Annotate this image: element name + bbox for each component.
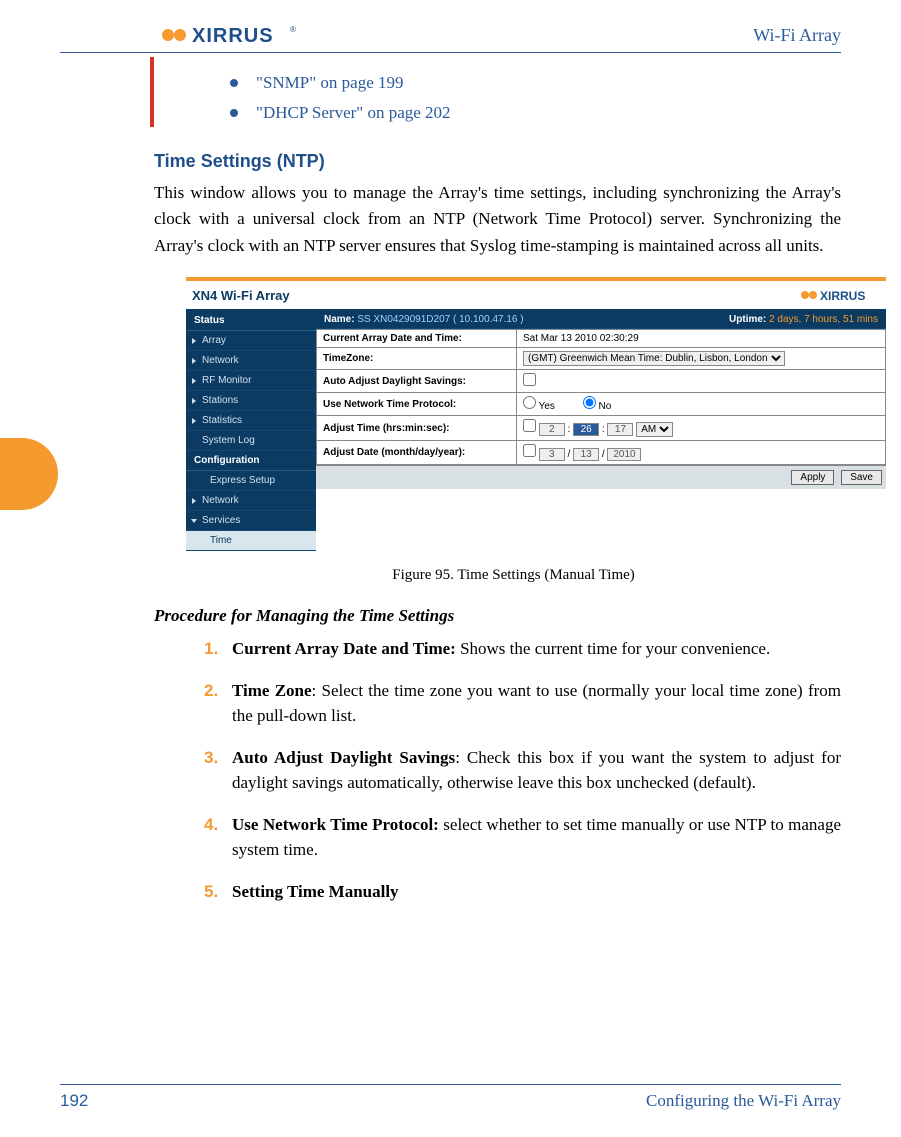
sidebar-item-systemlog[interactable]: System Log	[186, 431, 316, 451]
row-dst-label: Auto Adjust Daylight Savings:	[317, 370, 517, 393]
sidebar-status-header: Status	[186, 311, 316, 331]
step-num: 4.	[204, 812, 232, 863]
uptime-value: 2 days, 7 hours, 51 mins	[769, 314, 878, 325]
link-dhcp[interactable]: "DHCP Server" on page 202	[256, 103, 451, 123]
adj-mins[interactable]	[573, 423, 599, 436]
row-ntp-label: Use Network Time Protocol:	[317, 393, 517, 416]
step-text: Time Zone: Select the time zone you want…	[232, 678, 841, 729]
adj-secs[interactable]	[607, 423, 633, 436]
tz-select[interactable]: (GMT) Greenwich Mean Time: Dublin, Lisbo…	[523, 351, 785, 366]
thumb-tab	[0, 438, 58, 510]
procedure-list: 1. Current Array Date and Time: Shows th…	[204, 636, 841, 904]
bullet-icon	[230, 79, 238, 87]
page-number: 192	[60, 1091, 88, 1111]
procedure-heading: Procedure for Managing the Time Settings	[154, 606, 841, 626]
dst-checkbox[interactable]	[523, 373, 536, 386]
xirrus-logo: XIRRUS ®	[160, 22, 300, 48]
fig-sidebar: Status Array Network RF Monitor Stations…	[186, 311, 316, 551]
step-text: Current Array Date and Time: Shows the c…	[232, 636, 841, 662]
adjtime-checkbox[interactable]	[523, 419, 536, 432]
link-snmp[interactable]: "SNMP" on page 199	[256, 73, 404, 93]
sidebar-item-express[interactable]: Express Setup	[186, 471, 316, 491]
step-num: 2.	[204, 678, 232, 729]
step-text: Setting Time Manually	[232, 879, 841, 905]
ntp-yes-option[interactable]: Yes	[523, 401, 555, 412]
ntp-no-option[interactable]: No	[583, 401, 612, 412]
page-header: XIRRUS ® Wi-Fi Array	[60, 22, 841, 53]
svg-text:XIRRUS: XIRRUS	[192, 25, 274, 47]
fig-infobar: Name: SS XN0429091D207 ( 10.100.47.16 ) …	[316, 311, 886, 329]
step-text: Use Network Time Protocol: select whethe…	[232, 812, 841, 863]
row-datetime-value: Sat Mar 13 2010 02:30:29	[517, 330, 886, 348]
adj-year[interactable]	[607, 448, 641, 461]
page-footer: 192 Configuring the Wi-Fi Array	[60, 1084, 841, 1111]
sidebar-config-header: Configuration	[186, 451, 316, 471]
row-datetime-label: Current Array Date and Time:	[317, 330, 517, 348]
apply-button[interactable]: Apply	[791, 470, 834, 485]
row-adjtime-label: Adjust Time (hrs:min:sec):	[317, 416, 517, 441]
sidebar-item-stations[interactable]: Stations	[186, 391, 316, 411]
adj-hours[interactable]	[539, 423, 565, 436]
sidebar-item-time[interactable]: Time	[186, 531, 316, 551]
name-label: Name:	[324, 314, 355, 325]
bullet-icon	[230, 109, 238, 117]
fig-settings-table: Current Array Date and Time: Sat Mar 13 …	[316, 329, 886, 465]
save-button[interactable]: Save	[841, 470, 882, 485]
sidebar-item-services[interactable]: Services	[186, 511, 316, 531]
step-num: 3.	[204, 745, 232, 796]
name-value: SS XN0429091D207 ( 10.100.47.16 )	[357, 314, 523, 325]
adj-ampm[interactable]: AM	[636, 422, 673, 437]
adj-month[interactable]	[539, 448, 565, 461]
sidebar-item-statistics[interactable]: Statistics	[186, 411, 316, 431]
sidebar-item-network[interactable]: Network	[186, 351, 316, 371]
adjdate-checkbox[interactable]	[523, 444, 536, 457]
step-num: 1.	[204, 636, 232, 662]
step-text: Auto Adjust Daylight Savings: Check this…	[232, 745, 841, 796]
figure-95: XN4 Wi-Fi Array XIRRUS Status Array Netw…	[186, 277, 841, 584]
sidebar-item-network-cfg[interactable]: Network	[186, 491, 316, 511]
section-heading: Time Settings (NTP)	[154, 151, 841, 172]
uptime-label: Uptime:	[729, 314, 766, 325]
svg-text:®: ®	[290, 25, 296, 34]
fig-window-title: XN4 Wi-Fi Array	[192, 288, 290, 303]
svg-text:XIRRUS: XIRRUS	[820, 289, 865, 303]
xirrus-logo-icon: XIRRUS	[800, 287, 880, 303]
adj-day[interactable]	[573, 448, 599, 461]
footer-section: Configuring the Wi-Fi Array	[646, 1091, 841, 1111]
sidebar-item-array[interactable]: Array	[186, 331, 316, 351]
row-tz-label: TimeZone:	[317, 348, 517, 370]
xref-list: "SNMP" on page 199 "DHCP Server" on page…	[230, 73, 841, 123]
row-adjdate-label: Adjust Date (month/day/year):	[317, 441, 517, 465]
sidebar-item-rfmonitor[interactable]: RF Monitor	[186, 371, 316, 391]
header-product: Wi-Fi Array	[753, 25, 841, 46]
change-bar	[150, 57, 154, 127]
section-body: This window allows you to manage the Arr…	[154, 180, 841, 259]
figure-caption: Figure 95. Time Settings (Manual Time)	[186, 567, 841, 584]
step-num: 5.	[204, 879, 232, 905]
